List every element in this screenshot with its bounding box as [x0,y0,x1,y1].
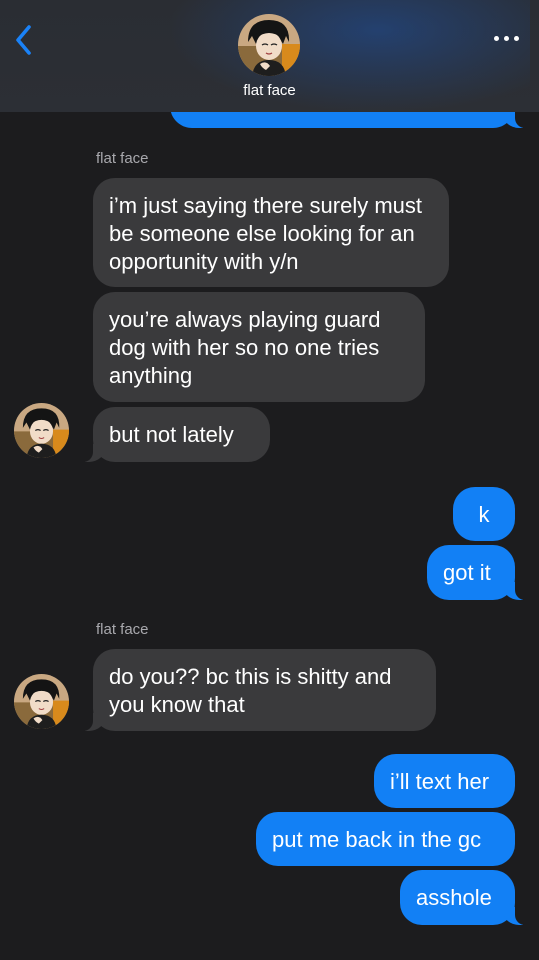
anime-character-avatar [14,403,69,458]
back-button[interactable] [8,20,38,60]
message-bubble-outgoing[interactable]: i’ll text her [374,754,515,808]
message-bubble-outgoing[interactable]: got it [427,545,527,600]
contact-name[interactable]: flat face [0,82,539,99]
message-bubble-outgoing[interactable]: k [453,487,515,541]
sender-avatar[interactable] [14,403,69,458]
ellipsis-icon-dot [503,35,509,41]
message-bubble-incoming[interactable]: i’m just saying there surely must be som… [93,178,449,287]
message-bubble-incoming[interactable]: do you?? bc this is shitty and you know … [81,649,436,731]
chevron-left-icon [16,25,31,55]
sender-label: flat face [96,150,149,167]
message-bubble-outgoing[interactable]: asshole [400,870,527,925]
message-bubble-incoming[interactable]: you’re always playing guard dog with her… [93,292,425,402]
anime-character-avatar [238,14,300,76]
message-bubble-outgoing[interactable]: put me back in the gc [256,812,515,866]
sender-label: flat face [96,621,149,638]
ellipsis-icon-dot [493,35,499,41]
more-options-button[interactable] [491,28,521,48]
ellipsis-icon-dot [513,35,519,41]
contact-avatar[interactable] [238,14,300,76]
anime-character-avatar [14,674,69,729]
message-bubble-incoming[interactable]: but not lately [81,407,270,462]
conversation-screen: flat face flat face i’m just saying ther… [0,0,539,960]
conversation-header: flat face [0,0,539,120]
sender-avatar[interactable] [14,674,69,729]
